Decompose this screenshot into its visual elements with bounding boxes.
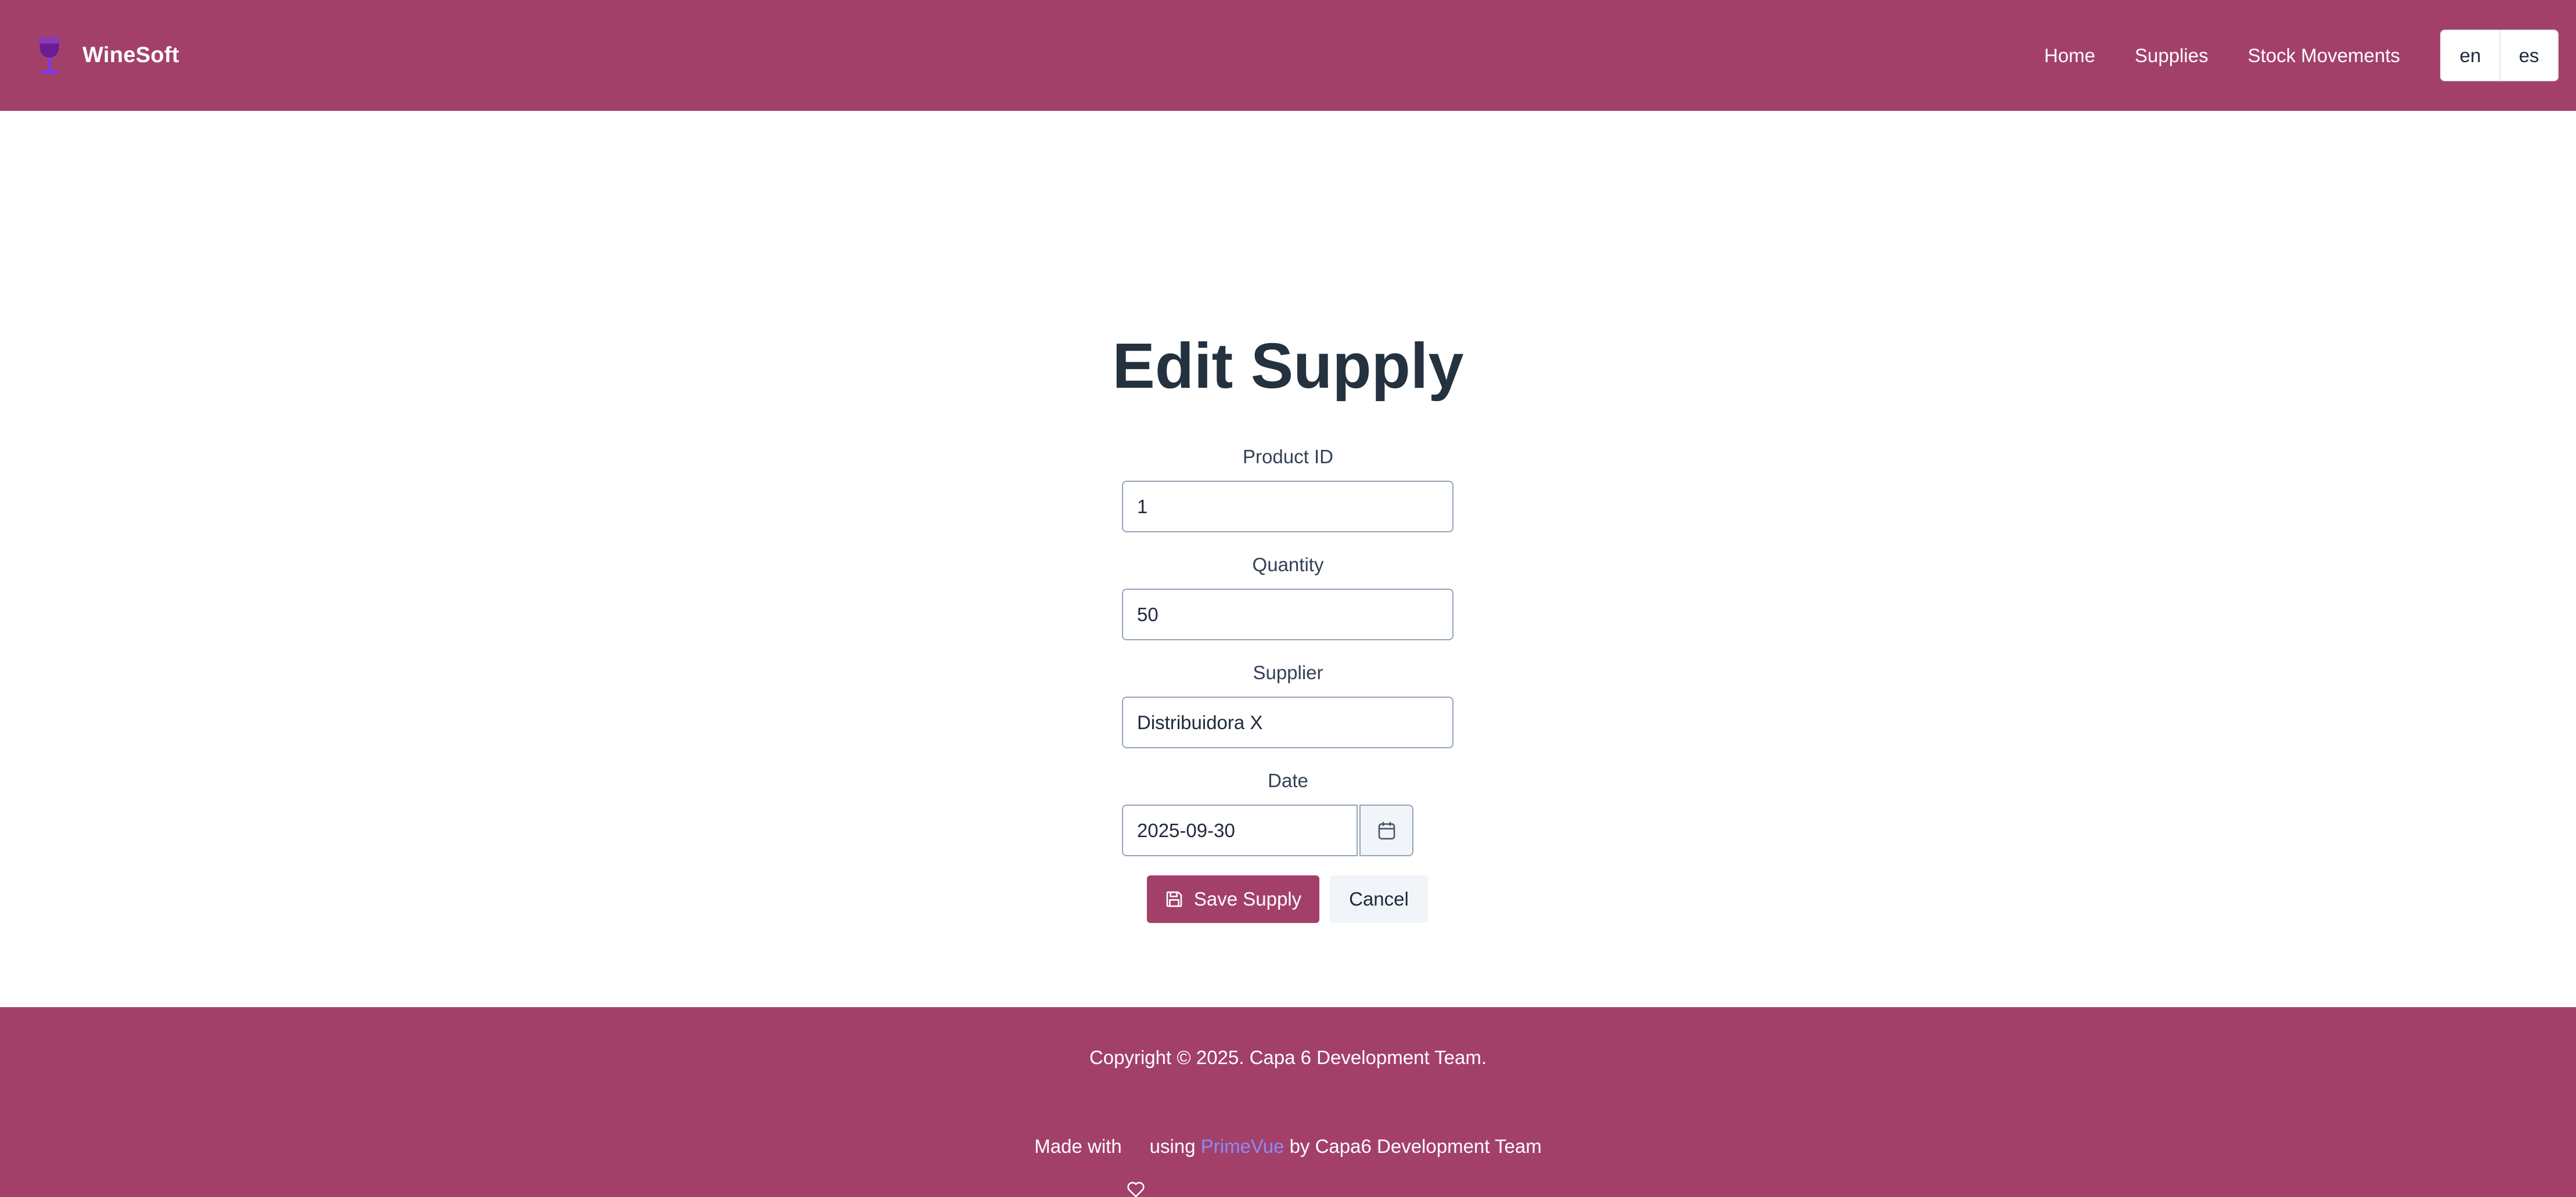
edit-supply-form: Edit Supply Product ID Quantity Supplier… xyxy=(0,111,2576,1007)
copyright-text: Copyright © 2025. Capa 6 Development Tea… xyxy=(1089,1047,1487,1068)
language-switcher: en es xyxy=(2440,30,2559,81)
footer: Copyright © 2025. Capa 6 Development Tea… xyxy=(0,1007,2576,1197)
credits-text: by Capa6 Development Team xyxy=(1289,1135,1542,1157)
save-icon xyxy=(1165,890,1194,908)
nav-home-link[interactable]: Home xyxy=(2044,45,2095,67)
wine-glass-icon xyxy=(32,34,67,77)
nav-stock-movements-link[interactable]: Stock Movements xyxy=(2248,45,2400,67)
brand-name: WineSoft xyxy=(82,43,179,67)
top-navbar: WineSoft Home Supplies Stock Movements e… xyxy=(0,0,2576,111)
supplier-label: Supplier xyxy=(1253,662,1323,683)
lang-es-button[interactable]: es xyxy=(2499,31,2557,80)
cancel-button[interactable]: Cancel xyxy=(1330,875,1428,923)
product-id-label: Product ID xyxy=(1243,446,1333,467)
made-with-text: Made with xyxy=(1034,1135,1122,1157)
main-nav: Home Supplies Stock Movements xyxy=(2044,45,2400,67)
lang-en-button[interactable]: en xyxy=(2441,31,2499,80)
date-label: Date xyxy=(1268,770,1308,791)
page-title: Edit Supply xyxy=(1112,330,1464,402)
quantity-input[interactable] xyxy=(1122,589,1454,640)
calendar-button[interactable] xyxy=(1359,805,1413,856)
supplier-input[interactable] xyxy=(1122,697,1454,748)
calendar-icon xyxy=(1377,821,1396,841)
primevue-link[interactable]: PrimeVue xyxy=(1201,1135,1285,1158)
made-with-line: Made with using PrimeVue by Capa6 Develo… xyxy=(0,1135,2576,1197)
nav-supplies-link[interactable]: Supplies xyxy=(2135,45,2208,67)
heart-icon xyxy=(1127,1137,1145,1197)
save-supply-label: Save Supply xyxy=(1193,888,1302,910)
using-text: using xyxy=(1149,1135,1196,1157)
quantity-label: Quantity xyxy=(1252,554,1324,575)
product-id-input[interactable] xyxy=(1122,481,1454,532)
save-supply-button[interactable]: Save Supply xyxy=(1147,875,1319,923)
date-input[interactable] xyxy=(1122,805,1358,856)
brand[interactable]: WineSoft xyxy=(32,34,179,77)
